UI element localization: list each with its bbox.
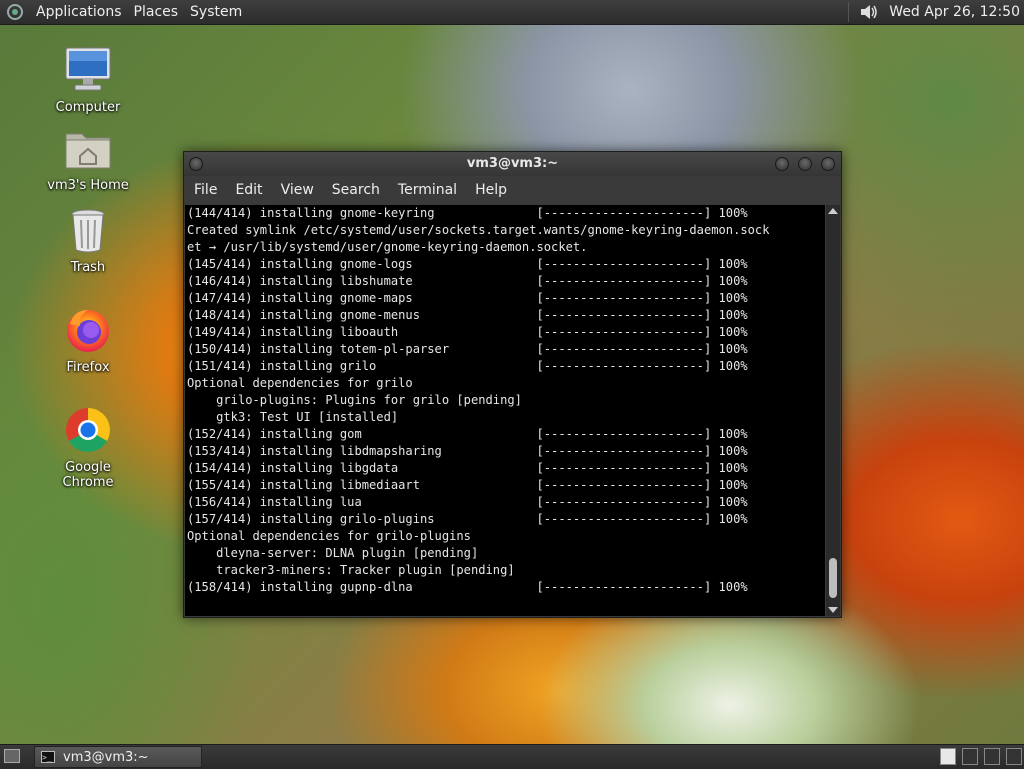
menu-view[interactable]: View xyxy=(272,182,323,198)
taskbar-terminal-button[interactable]: >_ vm3@vm3:~ xyxy=(34,746,202,768)
desktop-firefox[interactable]: Firefox xyxy=(38,306,138,375)
scrollbar-thumb[interactable] xyxy=(829,558,837,598)
clock[interactable]: Wed Apr 26, 12:50 xyxy=(889,4,1020,20)
terminal-line: (148/414) installing gnome-menus [------… xyxy=(187,308,748,322)
terminal-line: (157/414) installing grilo-plugins [----… xyxy=(187,512,748,526)
menu-help[interactable]: Help xyxy=(466,182,516,198)
terminal-line: grilo-plugins: Plugins for grilo [pendin… xyxy=(187,393,522,407)
menu-terminal[interactable]: Terminal xyxy=(389,182,466,198)
menu-edit[interactable]: Edit xyxy=(226,182,271,198)
window-title: vm3@vm3:~ xyxy=(466,156,559,171)
places-menu[interactable]: Places xyxy=(128,0,185,24)
terminal-line: Optional dependencies for grilo-plugins xyxy=(187,529,471,543)
terminal-scrollbar[interactable] xyxy=(826,205,840,616)
terminal-line: (152/414) installing gom [--------------… xyxy=(187,427,748,441)
panel-separator xyxy=(848,2,850,22)
scroll-down-arrow-icon[interactable] xyxy=(828,607,838,613)
desktop-chrome[interactable]: Google Chrome xyxy=(38,406,138,490)
desktop-trash[interactable]: Trash xyxy=(38,208,138,275)
terminal-line: (146/414) installing libshumate [-------… xyxy=(187,274,748,288)
desktop-icon-label: vm3's Home xyxy=(47,178,129,193)
menu-file[interactable]: File xyxy=(184,182,226,198)
desktop-icon-label: Trash xyxy=(70,260,106,275)
terminal-line: (151/414) installing grilo [------------… xyxy=(187,359,748,373)
desktop-computer[interactable]: Computer xyxy=(38,46,138,115)
desktop-icon-label: Google Chrome xyxy=(62,460,114,490)
desktop-icon-label: Computer xyxy=(55,100,121,115)
volume-icon[interactable] xyxy=(859,3,879,21)
workspace-3[interactable] xyxy=(984,748,1000,765)
scroll-up-arrow-icon[interactable] xyxy=(828,208,838,214)
workspace-4[interactable] xyxy=(1006,748,1022,765)
firefox-icon xyxy=(67,310,109,352)
terminal-line: (144/414) installing gnome-keyring [----… xyxy=(187,206,748,220)
terminal-window: vm3@vm3:~ File Edit View Search Terminal… xyxy=(183,151,842,618)
bottom-panel: >_ vm3@vm3:~ xyxy=(0,744,1024,769)
terminal-line: (153/414) installing libdmapsharing [---… xyxy=(187,444,748,458)
workspace-1[interactable] xyxy=(940,748,956,765)
terminal-line: dleyna-server: DLNA plugin [pending] xyxy=(187,546,479,560)
terminal-line: et → /usr/lib/systemd/user/gnome-keyring… xyxy=(187,240,588,254)
top-panel-tray: Wed Apr 26, 12:50 xyxy=(848,0,1024,24)
maximize-button[interactable] xyxy=(798,157,812,171)
desktop-icon-label: Firefox xyxy=(66,360,110,375)
system-menu[interactable]: System xyxy=(184,0,248,24)
terminal-line: (154/414) installing libgdata [---------… xyxy=(187,461,748,475)
terminal-icon: >_ xyxy=(41,751,55,763)
terminal-line: gtk3: Test UI [installed] xyxy=(187,410,399,424)
terminal-output[interactable]: (144/414) installing gnome-keyring [----… xyxy=(185,205,825,616)
terminal-line: (145/414) installing gnome-logs [-------… xyxy=(187,257,748,271)
terminal-line: (155/414) installing libmediaart [------… xyxy=(187,478,748,492)
trash-icon xyxy=(71,209,105,253)
terminal-menubar: File Edit View Search Terminal Help xyxy=(184,176,841,204)
home-folder-icon xyxy=(65,133,111,169)
chrome-icon xyxy=(66,408,110,452)
terminal-line: Optional dependencies for grilo xyxy=(187,376,413,390)
terminal-line: tracker3-miners: Tracker plugin [pending… xyxy=(187,563,515,577)
terminal-line: Created symlink /etc/systemd/user/socket… xyxy=(187,223,770,237)
computer-icon xyxy=(65,47,111,91)
main-menu-logo-icon[interactable] xyxy=(7,4,23,20)
close-button[interactable] xyxy=(821,157,835,171)
terminal-line: (147/414) installing gnome-maps [-------… xyxy=(187,291,748,305)
terminal-line: (150/414) installing totem-pl-parser [--… xyxy=(187,342,748,356)
terminal-line: (149/414) installing liboauth [---------… xyxy=(187,325,748,339)
desktop-home[interactable]: vm3's Home xyxy=(38,128,138,193)
window-titlebar[interactable]: vm3@vm3:~ xyxy=(184,152,841,176)
taskbar-button-label: vm3@vm3:~ xyxy=(63,749,149,765)
minimize-button[interactable] xyxy=(775,157,789,171)
top-panel: Applications Places System Wed Apr 26, 1… xyxy=(0,0,1024,25)
applications-menu[interactable]: Applications xyxy=(30,0,128,24)
workspace-2[interactable] xyxy=(962,748,978,765)
menu-search[interactable]: Search xyxy=(323,182,389,198)
terminal-line: (156/414) installing lua [--------------… xyxy=(187,495,748,509)
terminal-line: (158/414) installing gupnp-dlna [-------… xyxy=(187,580,748,594)
show-desktop-icon[interactable] xyxy=(4,749,20,763)
